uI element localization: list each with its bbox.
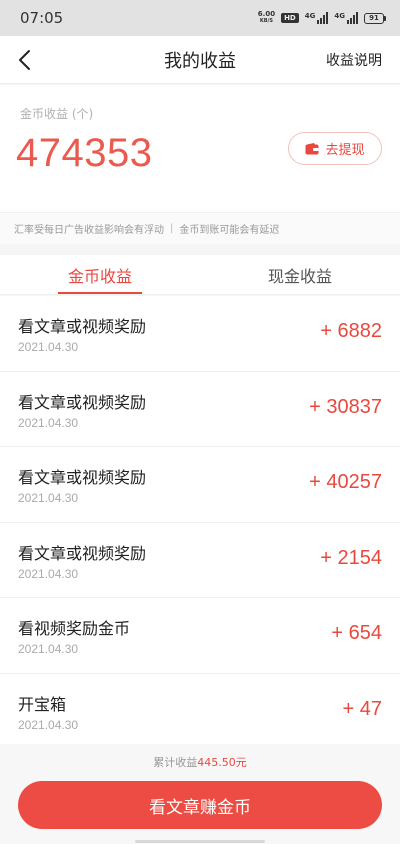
notice-separator: | (170, 223, 174, 234)
record-date: 2021.04.30 (18, 340, 79, 354)
signal-1-label: 4G (304, 12, 316, 20)
battery-level: 91 (364, 12, 384, 24)
withdraw-button[interactable]: 去提现 (288, 132, 382, 165)
chevron-left-icon (19, 50, 30, 70)
balance-label: 金币收益 (个) (20, 107, 94, 121)
total-earnings: 累计收益445.50元 (0, 754, 400, 770)
record-date: 2021.04.30 (18, 642, 79, 656)
notice-bar: 汇率受每日广告收益影响会有浮动 | 金币到账可能会有延迟 (0, 212, 400, 244)
withdraw-label: 去提现 (325, 143, 365, 158)
list-item: 看视频奖励金币 2021.04.30 + 654 (0, 598, 400, 674)
notice-delay: 金币到账可能会有延迟 (179, 225, 280, 236)
page-title: 我的收益 (164, 50, 236, 72)
balance-card: 金币收益 (个) 474353 去提现 (0, 85, 400, 212)
earnings-tabs: 金币收益 现金收益 (0, 255, 400, 295)
status-icons: 6.00 KB/S HD 4G 4G 91 (258, 11, 386, 25)
hd-icon: HD (281, 13, 299, 23)
net-speed-value: 6.00 (257, 10, 276, 18)
tab-coin-earnings[interactable]: 金币收益 (0, 255, 200, 294)
record-title: 开宝箱 (18, 694, 67, 714)
list-item: 看文章或视频奖励 2021.04.30 + 40257 (0, 447, 400, 523)
notice-rate: 汇率受每日广告收益影响会有浮动 (14, 225, 164, 236)
tab-label: 金币收益 (67, 266, 132, 286)
record-amount: + 47 (342, 697, 382, 720)
home-indicator[interactable] (135, 840, 265, 843)
net-speed: 6.00 KB/S (258, 11, 275, 25)
footer: 累计收益445.50元 看文章赚金币 (0, 744, 400, 844)
total-label: 累计收益 (153, 756, 198, 769)
battery-icon: 91 (364, 12, 386, 24)
list-item: 看文章或视频奖励 2021.04.30 + 2154 (0, 523, 400, 598)
list-item: 开宝箱 2021.04.30 + 47 (0, 674, 400, 749)
record-title: 看文章或视频奖励 (18, 468, 147, 487)
record-amount: + 654 (331, 622, 382, 644)
record-date: 2021.04.30 (18, 415, 79, 430)
balance-value: 474353 (16, 131, 153, 175)
record-amount: + 6882 (320, 320, 382, 342)
tab-label: 现金收益 (267, 266, 332, 286)
earnings-info-link[interactable]: 收益说明 (326, 50, 382, 70)
tab-cash-earnings[interactable]: 现金收益 (200, 255, 400, 294)
signal-2-label: 4G (334, 12, 345, 20)
record-title: 看视频奖励金币 (18, 619, 131, 638)
signal-icon-2: 4G (334, 12, 358, 24)
record-date: 2021.04.30 (18, 566, 79, 581)
record-amount: + 2154 (320, 546, 382, 569)
read-articles-earn-coins-button[interactable]: 看文章赚金币 (18, 781, 382, 829)
status-time: 07:05 (20, 9, 64, 27)
record-date: 2021.04.30 (18, 491, 79, 505)
nav-header: 我的收益 收益说明 (0, 36, 400, 84)
total-value: 445.50元 (197, 756, 247, 769)
wallet-icon (305, 142, 319, 154)
signal-icon-1: 4G (305, 12, 329, 24)
back-button[interactable] (14, 48, 38, 72)
record-date: 2021.04.30 (18, 717, 79, 732)
record-amount: + 40257 (309, 471, 382, 493)
record-title: 看文章或视频奖励 (18, 543, 147, 563)
record-amount: + 30837 (309, 395, 382, 418)
list-item: 看文章或视频奖励 2021.04.30 + 6882 (0, 296, 400, 372)
record-title: 看文章或视频奖励 (18, 392, 147, 412)
list-item: 看文章或视频奖励 2021.04.30 + 30837 (0, 372, 400, 447)
net-speed-unit: KB/S (259, 18, 273, 24)
status-bar: 07:05 6.00 KB/S HD 4G 4G 91 (0, 0, 400, 36)
record-title: 看文章或视频奖励 (18, 317, 147, 336)
earnings-list: 看文章或视频奖励 2021.04.30 + 6882 看文章或视频奖励 2021… (0, 296, 400, 749)
